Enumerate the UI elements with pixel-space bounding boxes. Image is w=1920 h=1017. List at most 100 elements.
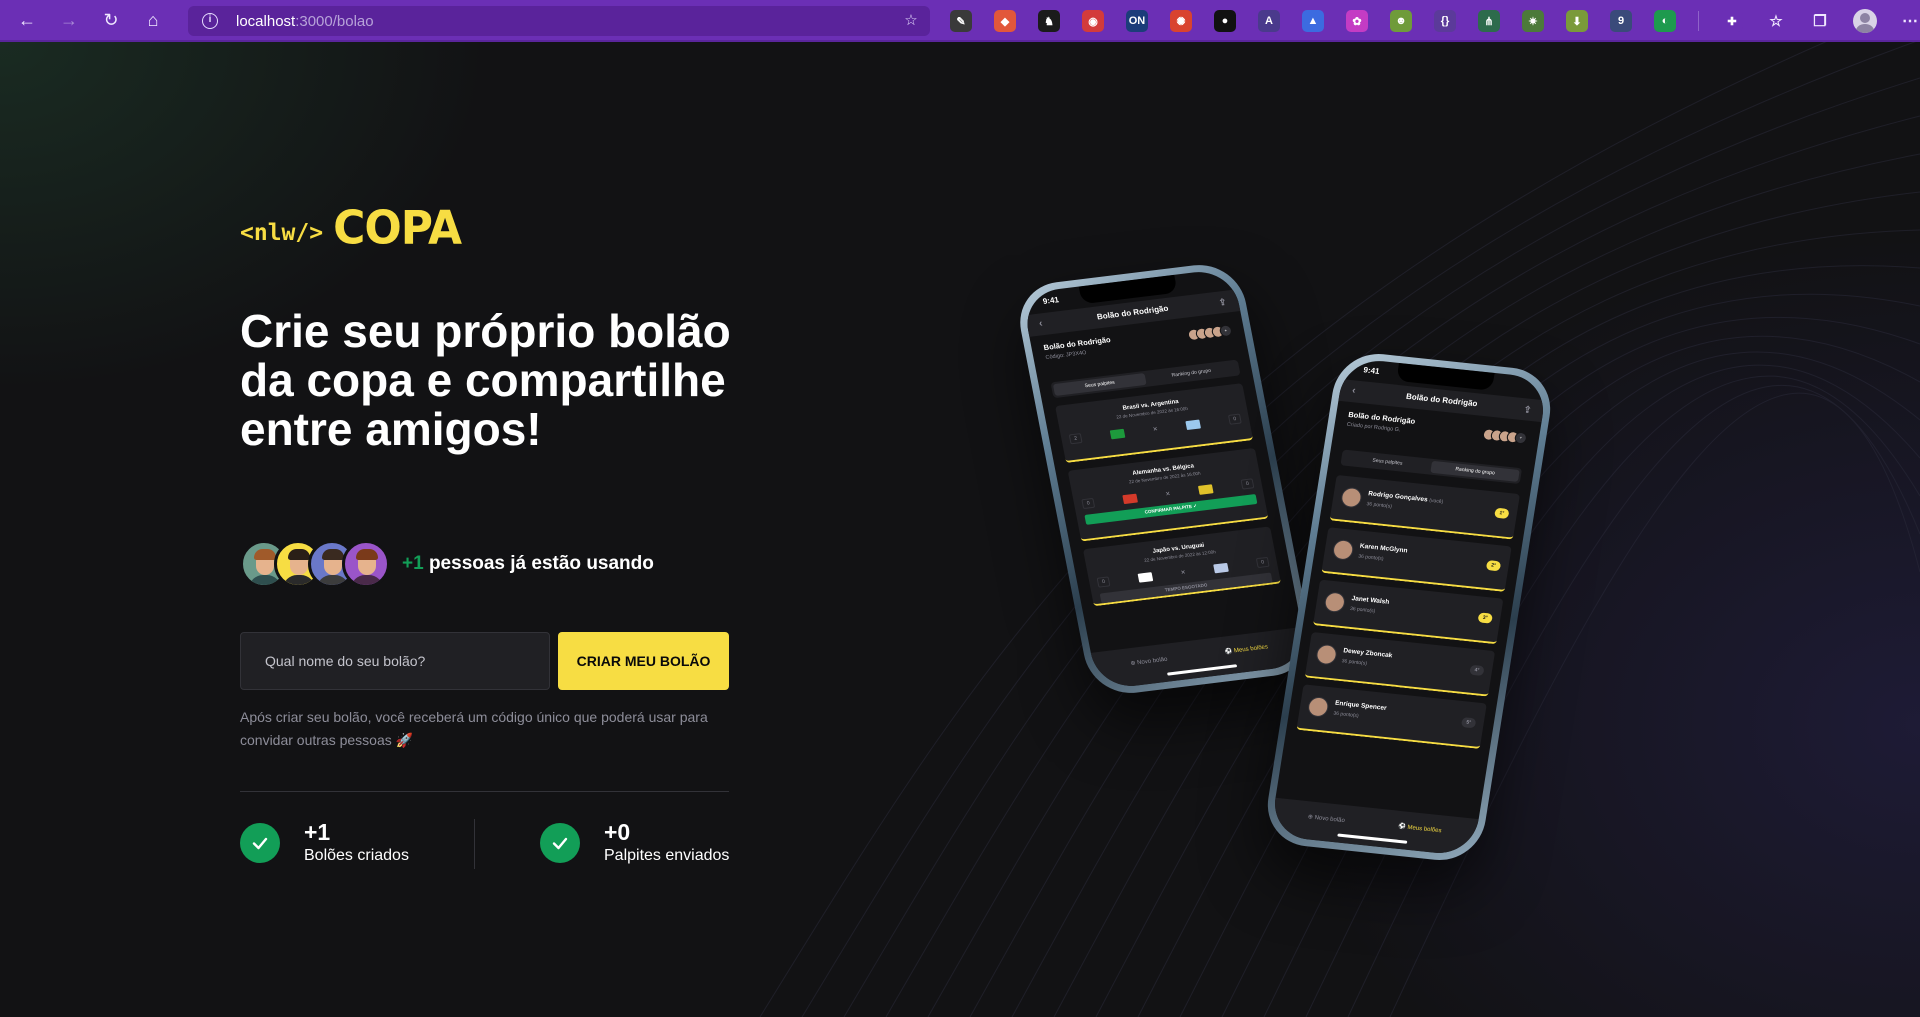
logo-word: COPA — [333, 201, 462, 256]
share-icon: ⇪ — [1523, 404, 1533, 415]
ranking-avatar — [1306, 695, 1330, 718]
check-icon — [540, 823, 580, 863]
ranking-position-badge: 4° — [1469, 664, 1485, 677]
bug-icon[interactable]: ✺ — [1170, 10, 1192, 32]
collections-icon[interactable]: ❐ — [1809, 10, 1831, 32]
home-flag — [1109, 428, 1126, 439]
phone-tab-new-pool: ⊕ Novo bolão — [1307, 813, 1346, 824]
away-flag — [1185, 418, 1202, 430]
versus-x-icon: ✕ — [1164, 490, 1172, 498]
versus-x-icon: ✕ — [1180, 569, 1187, 576]
ranking-name: Janet Walsh — [1351, 595, 1390, 606]
back-arrow-icon[interactable]: ← — [12, 5, 42, 35]
away-score-input: 0 — [1255, 556, 1270, 569]
a-circle-icon[interactable]: A — [1258, 10, 1280, 32]
check-icon — [240, 823, 280, 863]
code-note: Após criar seu bolão, você receberá um c… — [240, 709, 708, 748]
paw-icon[interactable]: ♞ — [1038, 10, 1060, 32]
react-devtools-icon[interactable]: ◉ — [1082, 10, 1104, 32]
phone-tab-guesses: Seus palpites — [1371, 457, 1403, 467]
puzzle-icon[interactable]: ✚ — [1721, 10, 1743, 32]
game-card: Alemanha vs. Bélgica 22 de Novembro de 20… — [1067, 447, 1269, 542]
badge-nine-icon[interactable]: 9 — [1610, 10, 1632, 32]
users-count: +1 — [402, 553, 424, 574]
reload-icon[interactable]: ↻ — [96, 5, 126, 35]
ranking-position-badge: 5° — [1460, 717, 1477, 729]
forward-arrow-icon[interactable]: → — [54, 5, 84, 35]
back-chevron-icon: ‹ — [1351, 385, 1357, 397]
page-content: <nlw/> COPA Crie seu próprio bolão da co… — [0, 42, 1920, 1017]
eyedropper-icon[interactable]: ✎ — [950, 10, 972, 32]
browser-toolbar: ← → ↻ ⌂ i localhost:3000/bolao ☆ ✎ ◆ ♞ ◉ ON ✺… — [0, 0, 1920, 42]
ranking-points: 36 ponto(s) — [1332, 710, 1360, 720]
ranking-points: 36 ponto(s) — [1357, 553, 1384, 563]
fox-icon[interactable]: ◆ — [994, 10, 1016, 32]
add-favorite-icon[interactable]: ☆ — [902, 12, 920, 30]
phone-tab-guesses: Seus palpites — [1052, 372, 1147, 397]
users-row: +1 pessoas já estão usando — [240, 538, 654, 590]
phone-tab-ranking: Ranking do grupo — [1430, 460, 1520, 482]
ranking-name: Dewey Zboncak — [1342, 647, 1393, 660]
address-bar[interactable]: i localhost:3000/bolao ☆ — [188, 6, 930, 36]
phone-tab-my-pools: ⚽ Meus bolões — [1224, 643, 1269, 655]
ranking-name: Enrique Spencer — [1334, 699, 1388, 713]
away-flag — [1213, 562, 1229, 573]
phone-tab-ranking: Ranking do grupo — [1171, 367, 1212, 379]
away-score-input: 0 — [1227, 413, 1242, 425]
users-count-text: +1 pessoas já estão usando — [402, 553, 654, 575]
ranking-avatar — [1315, 643, 1339, 666]
vue-devtools-icon[interactable]: ▲ — [1302, 10, 1324, 32]
pool-name-input[interactable] — [240, 632, 550, 690]
on-toggle-icon[interactable]: ON — [1126, 10, 1148, 32]
favorites-icon[interactable]: ☆ — [1765, 10, 1787, 32]
more-menu-icon[interactable]: ⋯ — [1899, 10, 1920, 32]
profile-avatar[interactable] — [1853, 9, 1877, 33]
create-pool-button[interactable]: CRIAR MEU BOLÃO — [558, 632, 729, 690]
logo-code-text: <nlw/> — [240, 220, 324, 246]
phone-time: 9:41 — [1362, 365, 1381, 376]
phone-header-title: Bolão do Rodrigão — [1096, 303, 1170, 322]
ranking-position-badge: 2° — [1485, 560, 1502, 572]
ranking-position-badge: 1° — [1494, 507, 1510, 519]
stat-guesses: +0 Palpites enviados — [540, 817, 729, 869]
stat-guesses-value: +0 — [604, 819, 631, 845]
ranking-points: 36 ponto(s) — [1349, 605, 1376, 615]
phone-time: 9:41 — [1042, 295, 1060, 306]
stat-pools: +1 Bolões criados — [240, 817, 409, 869]
ranking-avatar — [1331, 538, 1355, 561]
colorful-circle-icon[interactable]: ◐ — [1654, 10, 1676, 32]
nlw-copa-logo: <nlw/> COPA — [240, 201, 462, 256]
divider — [240, 791, 729, 792]
create-pool-form: CRIAR MEU BOLÃO — [240, 632, 729, 690]
stats-separator — [474, 819, 475, 869]
url-text[interactable]: localhost:3000/bolao — [236, 13, 374, 30]
game-card: Japão vs. Uruguai 22 de Novembro de 2022 … — [1082, 526, 1282, 607]
json-icon[interactable]: {} — [1434, 10, 1456, 32]
flower-icon[interactable]: ✿ — [1346, 10, 1368, 32]
stat-pools-label: Bolões criados — [304, 847, 409, 864]
graph-icon[interactable]: ⋔ — [1478, 10, 1500, 32]
ranking-points: 36 ponto(s) — [1341, 658, 1368, 667]
page-headline: Crie seu próprio bolão da copa e compart… — [240, 305, 731, 455]
users-label: pessoas já estão usando — [428, 553, 654, 574]
versus-x-icon: ✕ — [1152, 426, 1159, 433]
ranking-avatar — [1323, 591, 1347, 614]
home-score-input: 0 — [1081, 497, 1096, 510]
ranking-row: Enrique Spencer 36 ponto(s) 5° — [1296, 684, 1487, 749]
user-avatar — [342, 540, 390, 588]
download-arrow-icon[interactable]: ⬇ — [1566, 10, 1588, 32]
site-info-icon[interactable]: i — [202, 13, 218, 29]
ranking-avatar — [1339, 486, 1363, 509]
ranking-name: Karen McGlynn — [1359, 542, 1408, 555]
away-score-input: 0 — [1240, 478, 1255, 490]
home-icon[interactable]: ⌂ — [138, 5, 168, 35]
frog-icon[interactable]: ☻ — [1390, 10, 1412, 32]
home-score-input: 0 — [1096, 576, 1111, 588]
gear-plugin-icon[interactable]: ✷ — [1522, 10, 1544, 32]
home-flag — [1121, 493, 1138, 504]
background-lines — [759, 42, 1920, 1017]
back-chevron-icon: ‹ — [1038, 318, 1044, 330]
record-icon[interactable]: ● — [1214, 10, 1236, 32]
stats-row: +1 Bolões criados +0 Palpites enviados — [240, 817, 730, 869]
away-flag — [1198, 483, 1214, 495]
